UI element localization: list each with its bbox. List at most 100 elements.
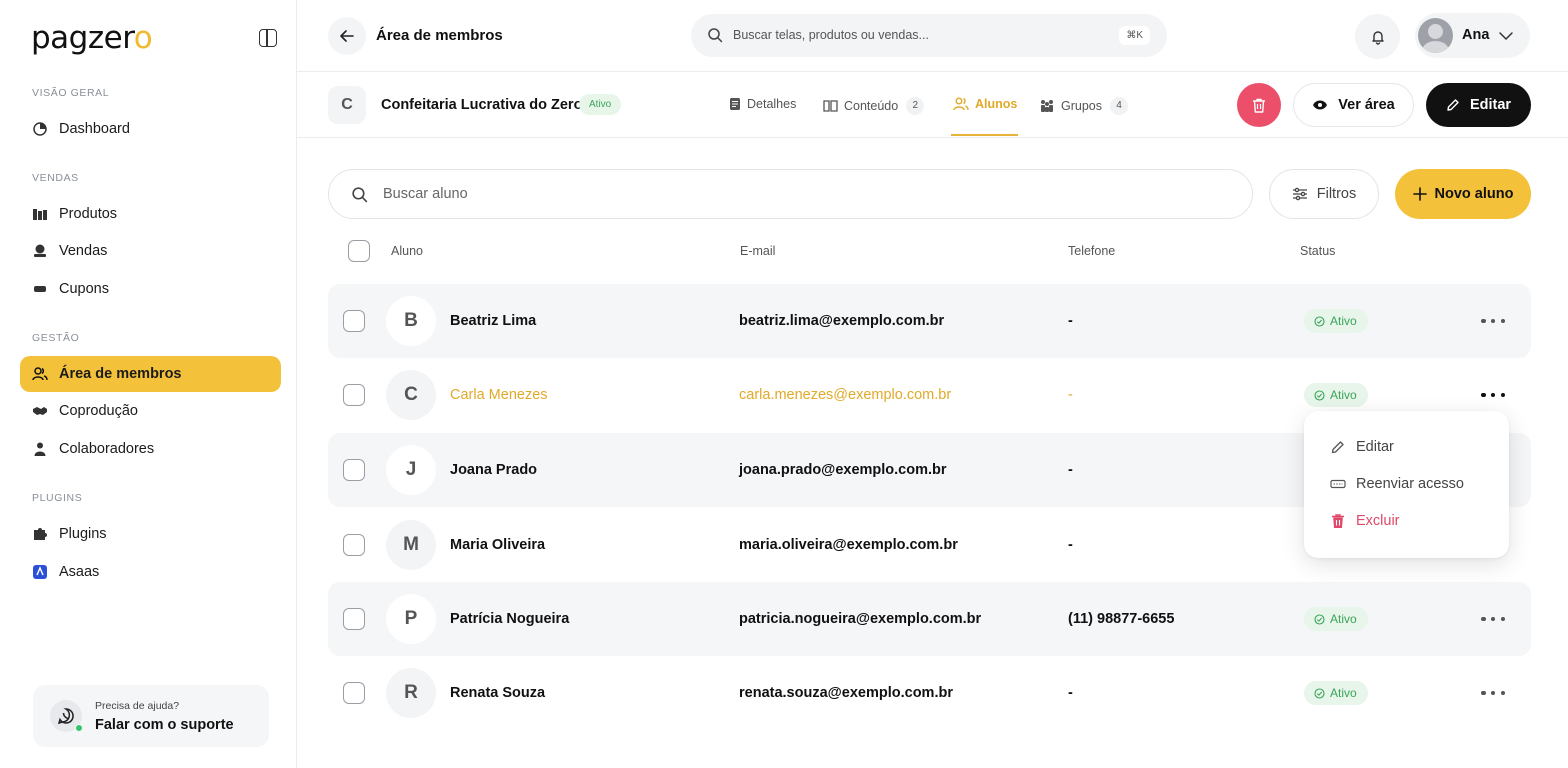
view-area-label: Ver área (1338, 97, 1395, 113)
student-phone: - (1068, 462, 1073, 478)
row-checkbox[interactable] (343, 384, 365, 406)
column-header-email[interactable]: E-mail (740, 244, 775, 258)
tab-label: Conteúdo (844, 99, 899, 113)
eye-icon (1313, 100, 1328, 110)
global-search-input[interactable]: Buscar telas, produtos ou vendas... ⌘K (691, 14, 1167, 57)
row-actions-button[interactable] (1481, 609, 1505, 629)
row-checkbox[interactable] (343, 310, 365, 332)
table-row[interactable]: B Beatriz Lima beatriz.lima@exemplo.com.… (328, 284, 1531, 358)
course-avatar: C (328, 86, 366, 124)
new-student-button[interactable]: Novo aluno (1395, 169, 1531, 219)
menu-item-excluir[interactable]: Excluir (1330, 513, 1400, 529)
book-icon (823, 100, 838, 112)
student-search-input[interactable]: Buscar aluno (328, 169, 1253, 219)
edit-course-button[interactable]: Editar (1426, 83, 1531, 127)
notifications-button[interactable] (1355, 14, 1400, 59)
logo-text: pagzer (31, 20, 134, 56)
student-email: joana.prado@exemplo.com.br (739, 462, 947, 478)
avatar: C (386, 370, 436, 420)
row-checkbox[interactable] (343, 608, 365, 630)
tab-alunos[interactable]: Alunos (953, 97, 1017, 111)
search-icon (352, 187, 368, 203)
student-email: carla.menezes@exemplo.com.br (739, 387, 952, 403)
sales-icon (32, 243, 48, 259)
menu-item-label: Reenviar acesso (1356, 476, 1464, 492)
dashboard-icon (32, 121, 48, 137)
tab-conteudo[interactable]: Conteúdo 2 (823, 97, 925, 115)
resend-icon (1330, 479, 1346, 489)
sidebar-item-label: Asaas (59, 564, 100, 580)
status-badge: Ativo (1304, 607, 1368, 631)
members-icon (32, 366, 48, 382)
menu-item-editar[interactable]: Editar (1330, 439, 1394, 455)
row-checkbox[interactable] (343, 459, 365, 481)
check-circle-icon (1314, 687, 1325, 699)
column-header-status[interactable]: Status (1300, 244, 1335, 258)
row-checkbox[interactable] (343, 682, 365, 704)
sidebar-item-label: Área de membros (59, 366, 182, 382)
menu-item-reenviar-acesso[interactable]: Reenviar acesso (1330, 476, 1464, 492)
tab-detalhes[interactable]: Detalhes (729, 97, 796, 111)
section-label-management: GESTÃO (32, 332, 80, 344)
check-circle-icon (1314, 315, 1325, 327)
tab-label: Alunos (975, 97, 1018, 111)
bell-icon (1371, 30, 1384, 45)
pencil-icon (1331, 441, 1344, 454)
student-name: Renata Souza (450, 685, 546, 701)
section-label-plugins: PLUGINS (32, 492, 83, 504)
column-header-telefone[interactable]: Telefone (1068, 244, 1115, 258)
search-icon (708, 28, 723, 43)
row-actions-button[interactable] (1481, 311, 1505, 331)
avatar (1418, 18, 1453, 53)
table-row[interactable]: P Patrícia Nogueira patricia.nogueira@ex… (328, 582, 1531, 656)
avatar: B (386, 296, 436, 346)
edit-course-label: Editar (1469, 97, 1512, 113)
student-phone: - (1068, 387, 1073, 403)
avatar: P (386, 594, 436, 644)
sidebar-item-coproducao[interactable]: Coprodução (20, 393, 281, 429)
column-header-aluno[interactable]: Aluno (391, 244, 423, 258)
filters-button[interactable]: Filtros (1269, 169, 1379, 219)
avatar: J (386, 445, 436, 495)
sidebar-item-dashboard[interactable]: Dashboard (20, 111, 281, 147)
back-button[interactable] (328, 17, 366, 55)
select-all-checkbox[interactable] (348, 240, 370, 262)
topbar: Área de membros Buscar telas, produtos o… (297, 0, 1568, 72)
row-actions-button[interactable] (1481, 385, 1505, 405)
student-email: beatriz.lima@exemplo.com.br (739, 313, 945, 329)
sidebar-item-asaas[interactable]: Asaas (20, 554, 281, 590)
chevron-down-icon (1499, 32, 1513, 40)
delete-course-button[interactable] (1237, 83, 1281, 127)
logo[interactable]: pagzero (31, 20, 153, 56)
row-actions-button[interactable] (1481, 683, 1505, 703)
sidebar-item-produtos[interactable]: Produtos (20, 196, 281, 232)
sidebar-item-label: Plugins (59, 526, 107, 542)
sidebar-item-colaboradores[interactable]: Colaboradores (20, 431, 281, 467)
sidebar-item-area-de-membros[interactable]: Área de membros (20, 356, 281, 392)
users-icon (953, 97, 969, 111)
sidebar-item-plugins[interactable]: Plugins (20, 516, 281, 552)
user-menu[interactable]: Ana (1415, 13, 1530, 58)
tab-grupos[interactable]: Grupos 4 (1039, 97, 1128, 115)
active-tab-indicator (951, 134, 1018, 136)
course-header: C Confeitaria Lucrativa do Zero Ativo De… (297, 72, 1568, 138)
menu-item-label: Editar (1356, 439, 1394, 455)
puzzle-icon (32, 526, 48, 542)
shortcut-badge: ⌘K (1119, 26, 1150, 45)
status-badge: Ativo (1304, 383, 1368, 407)
student-name: Beatriz Lima (450, 313, 537, 329)
sidebar-item-cupons[interactable]: Cupons (20, 271, 281, 307)
collaborators-icon (32, 441, 48, 457)
table-row[interactable]: R Renata Souza renata.souza@exemplo.com.… (328, 656, 1531, 730)
sidebar-toggle-icon[interactable] (259, 29, 277, 47)
row-checkbox[interactable] (343, 534, 365, 556)
sidebar-item-vendas[interactable]: Vendas (20, 233, 281, 269)
student-email: renata.souza@exemplo.com.br (739, 685, 953, 701)
view-area-button[interactable]: Ver área (1293, 83, 1414, 127)
sidebar-item-label: Produtos (59, 206, 118, 222)
student-phone: - (1068, 313, 1073, 329)
support-card[interactable]: Precisa de ajuda? Falar com o suporte (33, 685, 269, 747)
user-name: Ana (1462, 27, 1490, 43)
tab-label: Detalhes (747, 97, 797, 111)
sidebar: pagzero VISÃO GERAL Dashboard VENDAS Pro… (0, 0, 297, 768)
